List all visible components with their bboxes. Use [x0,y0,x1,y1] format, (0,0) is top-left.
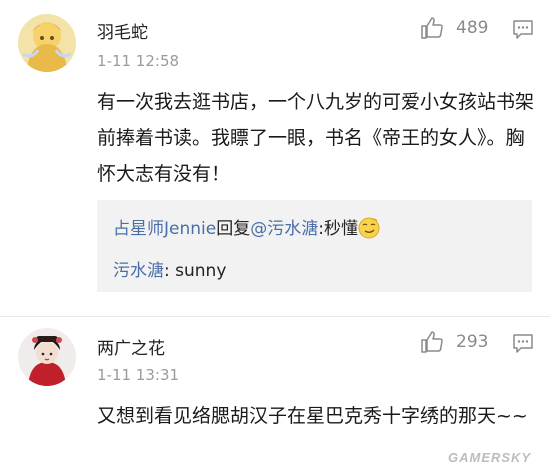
reply-item: 污水溏: sunny [113,256,226,281]
avatar[interactable] [18,328,76,386]
reply-thread: 占星师Jennie回复@污水溏:秒懂 污水溏: sunny [97,200,532,292]
username[interactable]: 羽毛蛇 [97,18,148,43]
reply-item: 占星师Jennie回复@污水溏:秒懂 [113,214,380,239]
timestamp: 1-11 12:58 [97,52,180,70]
reply-username[interactable]: 占星师Jennie [113,219,216,239]
username[interactable]: 两广之花 [97,334,165,359]
thumbs-up-icon[interactable] [420,16,444,40]
reply-content: 秒懂 [323,219,358,239]
thumbs-up-icon[interactable] [420,330,444,354]
smirk-emoji-icon [358,217,380,239]
comment-icon[interactable] [512,18,534,40]
like-count: 293 [456,332,489,352]
comment-text: 又想到看见络腮胡汉子在星巴克秀十字绣的那天~~ [97,405,528,427]
comment-icon[interactable] [512,332,534,354]
reply-separator: : [164,261,176,281]
comment-item: 两广之花 1-11 13:31 293 又想到看见络腮胡汉子在星巴克秀十字绣的那… [0,318,550,472]
comment-text: 有一次我去逛书店，一个八九岁的可爱小女孩站书架前捧着书读。我瞟了一眼，书名《帝王… [97,91,535,185]
reply-verb: 回复 [216,219,251,239]
divider [0,316,550,317]
watermark: GAMERSKY [448,450,532,465]
reply-username[interactable]: 污水溏 [113,261,164,281]
timestamp: 1-11 13:31 [97,366,180,384]
avatar[interactable] [18,14,76,72]
reply-content: sunny [175,261,227,281]
mention-link[interactable]: @污水溏 [250,219,318,239]
like-count: 489 [456,18,489,38]
comment-item: 羽毛蛇 1-11 12:58 489 有一次我去逛书店，一个八九岁的可爱小女孩站… [0,0,550,318]
